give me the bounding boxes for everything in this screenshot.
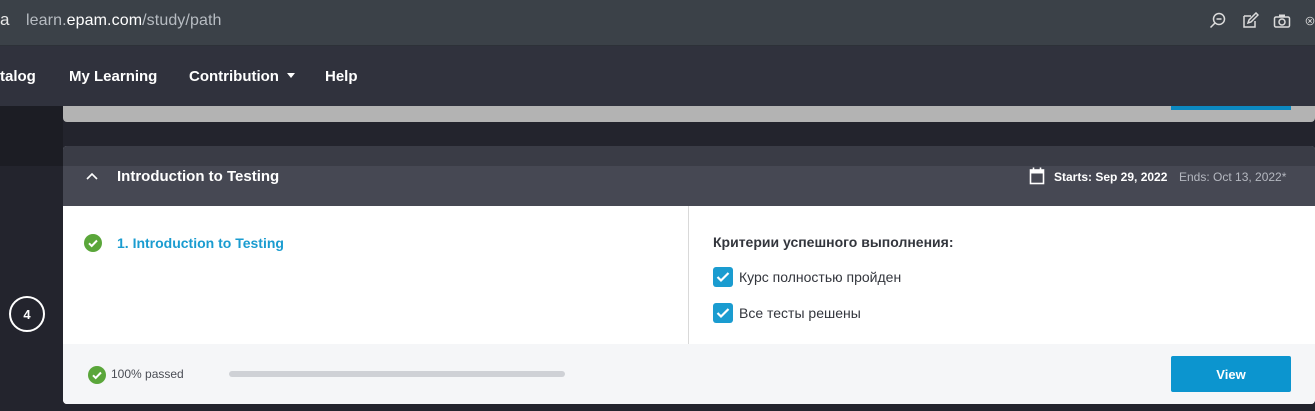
url-domain: epam.com — [66, 12, 143, 29]
card-header[interactable]: Introduction to Testing Starts: Sep 29, … — [63, 146, 1315, 206]
criteria-label: Курс полностью пройден — [739, 269, 902, 285]
start-date: Starts: Sep 29, 2022 — [1054, 170, 1168, 184]
criteria-label: Все тесты решены — [739, 305, 861, 321]
url-path: /study/path — [142, 12, 222, 29]
browser-address-bar: a learn.epam.com/study/path — [0, 0, 1315, 46]
checkbox-checked — [713, 267, 733, 287]
nav-contribution-label: Contribution — [189, 68, 279, 85]
check-circle-icon — [84, 234, 102, 252]
criteria-item: Все тесты решены — [713, 303, 861, 323]
nav-help[interactable]: Help — [325, 68, 358, 85]
progress-bar — [229, 371, 565, 377]
browser-toolbar-icons — [1209, 8, 1315, 34]
lesson-list — [63, 206, 688, 344]
url-prefix: learn. — [26, 12, 67, 29]
camera-icon[interactable] — [1273, 12, 1291, 30]
checkmark-icon — [716, 272, 730, 283]
nav-contribution[interactable]: Contribution — [189, 68, 295, 85]
progress-label: 100% passed — [111, 367, 184, 381]
criteria-title: Критерии успешного выполнения: — [713, 234, 954, 250]
nav-catalog[interactable]: talog — [0, 68, 36, 85]
end-date: Ends: Oct 13, 2022* — [1179, 170, 1287, 184]
lesson-link[interactable]: 1. Introduction to Testing — [117, 235, 284, 251]
view-button[interactable]: View — [1171, 356, 1291, 392]
column-divider — [688, 206, 689, 344]
check-circle-icon — [88, 366, 106, 384]
chevron-up-icon[interactable] — [85, 170, 99, 182]
card-title: Introduction to Testing — [117, 168, 280, 185]
zoom-out-icon[interactable] — [1209, 12, 1227, 30]
course-card: Introduction to Testing Starts: Sep 29, … — [63, 146, 1315, 404]
previous-card-button[interactable] — [1171, 106, 1291, 110]
checkmark-icon — [716, 308, 730, 319]
calendar-icon — [1029, 167, 1045, 185]
url-field[interactable]: learn.epam.com/study/path — [26, 12, 222, 30]
nav-my-learning[interactable]: My Learning — [69, 68, 157, 85]
progress-bar-fill — [229, 371, 565, 377]
chevron-down-icon — [286, 73, 295, 78]
checkbox-checked — [713, 303, 733, 323]
criteria-item: Курс полностью пройден — [713, 267, 901, 287]
edit-icon[interactable] — [1241, 12, 1259, 30]
card-footer: 100% passed View — [63, 344, 1315, 404]
card-header-band — [63, 146, 1315, 166]
previous-card-bottom — [63, 106, 1315, 122]
step-number-badge: 4 — [9, 296, 45, 332]
site-navigation: talog My Learning Contribution Help — [0, 46, 1315, 106]
rail-shade — [0, 106, 63, 166]
address-bar-fragment: a — [0, 10, 10, 29]
close-circle-icon[interactable] — [1305, 12, 1315, 30]
